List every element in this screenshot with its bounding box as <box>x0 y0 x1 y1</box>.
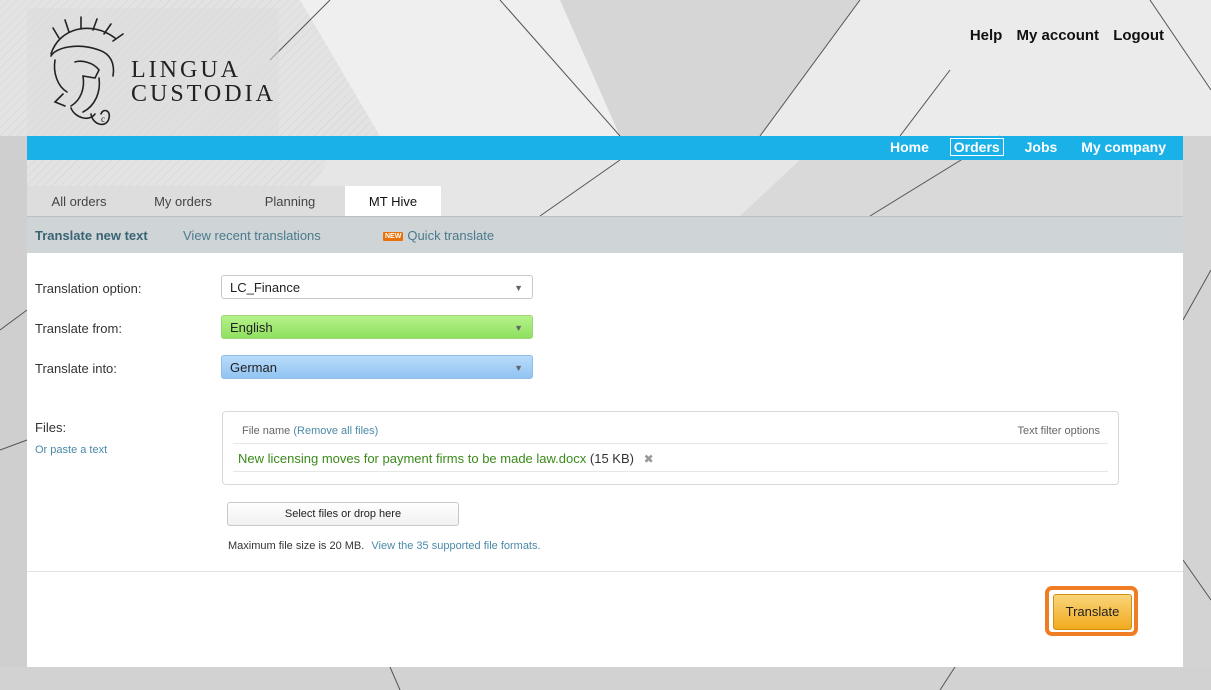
translate-button[interactable]: Translate <box>1053 594 1132 630</box>
nav-home[interactable]: Home <box>887 139 932 155</box>
select-files-button[interactable]: Select files or drop here <box>227 502 459 526</box>
translation-option-select[interactable]: LC_Finance ▼ <box>221 275 533 299</box>
top-links: Help My account Logout <box>960 27 1164 44</box>
translate-panel: Translation option: LC_Finance ▼ Transla… <box>27 253 1183 667</box>
tab-mt-hive[interactable]: MT Hive <box>345 186 441 216</box>
translation-option-value: LC_Finance <box>230 280 301 295</box>
brand-name: LINGUA CUSTODIA <box>131 58 276 106</box>
files-header: File name (Remove all files) <box>242 425 378 437</box>
translate-button-highlight: Translate <box>1045 586 1138 636</box>
supported-formats-link[interactable]: View the 35 supported file formats. <box>371 540 540 552</box>
main-navbar: Home Orders Jobs My company <box>27 136 1183 160</box>
new-badge: NEW <box>383 232 404 241</box>
file-name-header: File name <box>242 425 291 437</box>
subnav-view-recent-translations[interactable]: View recent translations <box>183 228 321 243</box>
helmet-logo-icon: c <box>50 16 124 126</box>
files-divider <box>233 443 1108 444</box>
my-account-link[interactable]: My account <box>1017 27 1100 44</box>
paste-text-link[interactable]: Or paste a text <box>35 444 107 456</box>
translate-into-select[interactable]: German ▼ <box>221 355 533 379</box>
dropdown-arrow-icon: ▼ <box>514 323 523 333</box>
text-filter-options-link[interactable]: Text filter options <box>1017 425 1100 437</box>
tab-all-orders[interactable]: All orders <box>27 186 131 216</box>
file-name-link[interactable]: New licensing moves for payment firms to… <box>238 451 586 466</box>
tab-my-orders[interactable]: My orders <box>131 186 235 216</box>
translate-from-label: Translate from: <box>35 321 122 336</box>
translate-from-value: English <box>230 320 273 335</box>
translate-into-label: Translate into: <box>35 361 117 376</box>
tab-planning[interactable]: Planning <box>235 186 345 216</box>
nav-my-company[interactable]: My company <box>1078 139 1169 155</box>
logo[interactable]: c LINGUA CUSTODIA <box>27 8 279 136</box>
max-file-size-text: Maximum file size is 20 MB. <box>228 540 365 552</box>
subnav-quick-translate[interactable]: NEW Quick translate <box>383 228 494 243</box>
translate-from-select[interactable]: English ▼ <box>221 315 533 339</box>
dropdown-arrow-icon: ▼ <box>514 283 523 293</box>
files-label: Files: <box>35 420 67 435</box>
file-row: New licensing moves for payment firms to… <box>238 451 654 466</box>
help-link[interactable]: Help <box>970 27 1003 44</box>
quick-translate-label: Quick translate <box>407 228 495 243</box>
remove-all-files-link[interactable]: (Remove all files) <box>293 425 378 437</box>
svg-text:c: c <box>101 114 105 124</box>
panel-divider <box>27 571 1183 572</box>
nav-jobs[interactable]: Jobs <box>1022 139 1061 155</box>
brand-line-2: CUSTODIA <box>131 81 276 107</box>
translation-option-label: Translation option: <box>35 281 142 296</box>
file-size-info: Maximum file size is 20 MB. View the 35 … <box>228 540 541 552</box>
files-list: File name (Remove all files) Text filter… <box>222 411 1119 485</box>
logout-link[interactable]: Logout <box>1113 27 1164 44</box>
dropdown-arrow-icon: ▼ <box>514 363 523 373</box>
subnav-translate-new-text[interactable]: Translate new text <box>35 228 148 243</box>
sub-navigation: Translate new text View recent translati… <box>27 216 1183 254</box>
brand-line-1: LINGUA <box>131 57 241 83</box>
translate-into-value: German <box>230 360 277 375</box>
remove-file-icon[interactable]: ✖ <box>644 452 654 466</box>
nav-orders[interactable]: Orders <box>949 138 1004 156</box>
file-size: (15 KB) <box>589 451 634 466</box>
files-divider <box>233 471 1108 472</box>
